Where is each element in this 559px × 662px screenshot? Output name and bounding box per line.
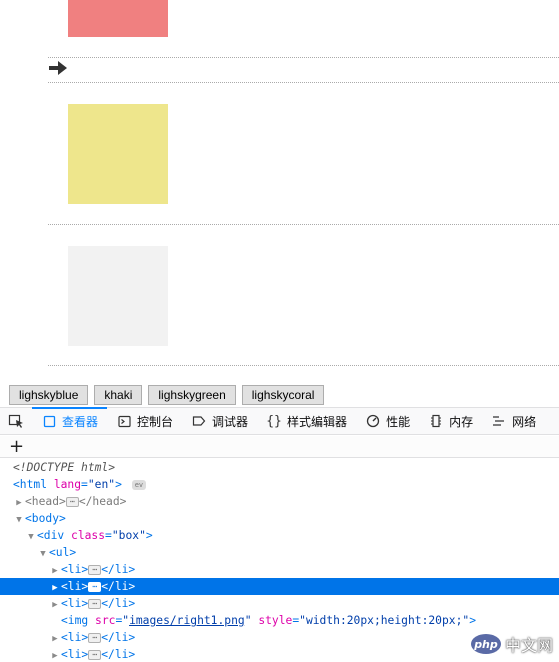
equals-sign: = (81, 478, 88, 491)
tree-row-head[interactable]: ▶ <head> ⋯ </head> (0, 493, 559, 510)
markup-toolbar: + (0, 436, 559, 458)
watermark-text: 中文网 (504, 636, 553, 655)
tab-network-label: 网络 (512, 414, 537, 429)
tree-row-div[interactable]: ▼ <div class="box"> (0, 527, 559, 544)
attr-name: style (258, 614, 293, 627)
tab-performance[interactable]: 性能 (356, 408, 419, 434)
doctype-text: <!DOCTYPE html> (13, 461, 116, 474)
tab-inspector[interactable]: 查看器 (32, 407, 108, 434)
html-tag: <html (13, 478, 48, 491)
tab-performance-label: 性能 (386, 414, 411, 429)
coral-square (68, 0, 168, 37)
dotted-divider (48, 224, 559, 225)
tab-style-editor-label: 样式编辑器 (287, 414, 348, 429)
style-editor-icon: {} (266, 413, 282, 429)
tree-row-li[interactable]: ▶ <li> ⋯ </li> (0, 561, 559, 578)
div-tag: <div (37, 529, 65, 542)
tree-row-doctype[interactable]: <!DOCTYPE html> (0, 459, 559, 476)
dotted-divider (48, 82, 559, 83)
body-tag: <body> (25, 512, 66, 525)
network-icon (492, 414, 506, 428)
tab-debugger[interactable]: 调试器 (182, 408, 257, 434)
li-close-tag: </li> (101, 631, 136, 644)
head-close-tag: </head> (78, 495, 127, 508)
debugger-icon (192, 414, 206, 428)
inspector-icon (42, 414, 56, 428)
tab-inspector-label: 查看器 (62, 414, 99, 429)
tab-debugger-label: 调试器 (212, 414, 249, 429)
tab-memory-label: 内存 (449, 414, 474, 429)
khaki-button[interactable]: khaki (94, 385, 143, 405)
attr-name: class (71, 529, 106, 542)
light-gray-square (68, 246, 168, 346)
tab-network[interactable]: 网络 (482, 408, 545, 434)
dotted-divider (48, 57, 559, 58)
tab-console-label: 控制台 (137, 414, 174, 429)
tag-end: > (115, 478, 122, 491)
tab-memory[interactable]: 内存 (419, 408, 482, 434)
attr-name: src (95, 614, 116, 627)
li-open-tag: <li> (61, 563, 89, 576)
lighskyblue-button[interactable]: lighskyblue (9, 385, 89, 405)
li-open-tag: <li> (61, 631, 89, 644)
color-button-group: lighskyblue khaki lighskygreen lighskyco… (9, 385, 325, 405)
collapsed-ellipsis[interactable]: ⋯ (65, 497, 79, 507)
tree-row-img[interactable]: <img src="images/right1.png" style="widt… (0, 612, 559, 629)
li-open-tag: <li> (61, 580, 89, 593)
li-open-tag: <li> (61, 597, 89, 610)
attr-name: lang (53, 478, 82, 491)
console-icon (117, 414, 131, 428)
devtools-toolbar: 查看器 控制台 调试器 {} 样式编辑器 性能 内存 网络 (0, 407, 559, 435)
site-watermark: php 中文网 (470, 632, 553, 656)
right-arrow-icon (49, 61, 67, 75)
equals-sign: = (105, 529, 112, 542)
li-close-tag: </li> (101, 563, 136, 576)
li-close-tag: </li> (101, 597, 136, 610)
collapsed-ellipsis[interactable]: ⋯ (88, 599, 102, 609)
collapsed-ellipsis[interactable]: ⋯ (88, 582, 102, 592)
src-link[interactable]: images/right1.png (129, 614, 245, 627)
collapsed-ellipsis[interactable]: ⋯ (88, 650, 102, 660)
tree-row-html[interactable]: <html lang="en"> ev (0, 476, 559, 493)
img-tag: <img (61, 614, 89, 627)
khaki-square (68, 104, 168, 204)
attr-value: "images/right1.png" (122, 614, 252, 627)
event-badge[interactable]: ev (131, 480, 147, 490)
tree-row-li[interactable]: ▶ <li> ⋯ </li> (0, 595, 559, 612)
dotted-divider (48, 365, 559, 366)
tree-row-ul[interactable]: ▼ <ul> (0, 544, 559, 561)
performance-icon (366, 414, 380, 428)
memory-icon (429, 414, 443, 428)
li-close-tag: </li> (101, 580, 136, 593)
head-open-tag: <head> (25, 495, 66, 508)
tag-end: > (469, 614, 476, 627)
collapsed-ellipsis[interactable]: ⋯ (88, 565, 102, 575)
element-picker-icon (8, 414, 23, 428)
attr-value: "en" (87, 478, 116, 491)
tree-row-body[interactable]: ▼ <body> (0, 510, 559, 527)
tag-end: > (145, 529, 153, 542)
collapsed-ellipsis[interactable]: ⋯ (88, 633, 102, 643)
attr-value: "width:20px;height:20px;" (299, 614, 470, 627)
lighskygreen-button[interactable]: lighskygreen (148, 385, 236, 405)
expand-triangle-icon[interactable]: ▶ (49, 648, 61, 662)
php-logo: php (470, 634, 501, 654)
attr-value: "box" (111, 529, 146, 542)
element-picker-button[interactable] (0, 408, 32, 434)
li-open-tag: <li> (61, 648, 89, 661)
li-close-tag: </li> (101, 648, 136, 661)
add-node-button[interactable]: + (9, 438, 24, 456)
tab-console[interactable]: 控制台 (107, 408, 182, 434)
ul-tag: <ul> (49, 546, 77, 559)
tab-style-editor[interactable]: {} 样式编辑器 (257, 408, 356, 434)
tree-row-li-selected[interactable]: ▶ <li> ⋯ </li> (0, 578, 559, 595)
lighskycoral-button[interactable]: lighskycoral (241, 385, 325, 405)
